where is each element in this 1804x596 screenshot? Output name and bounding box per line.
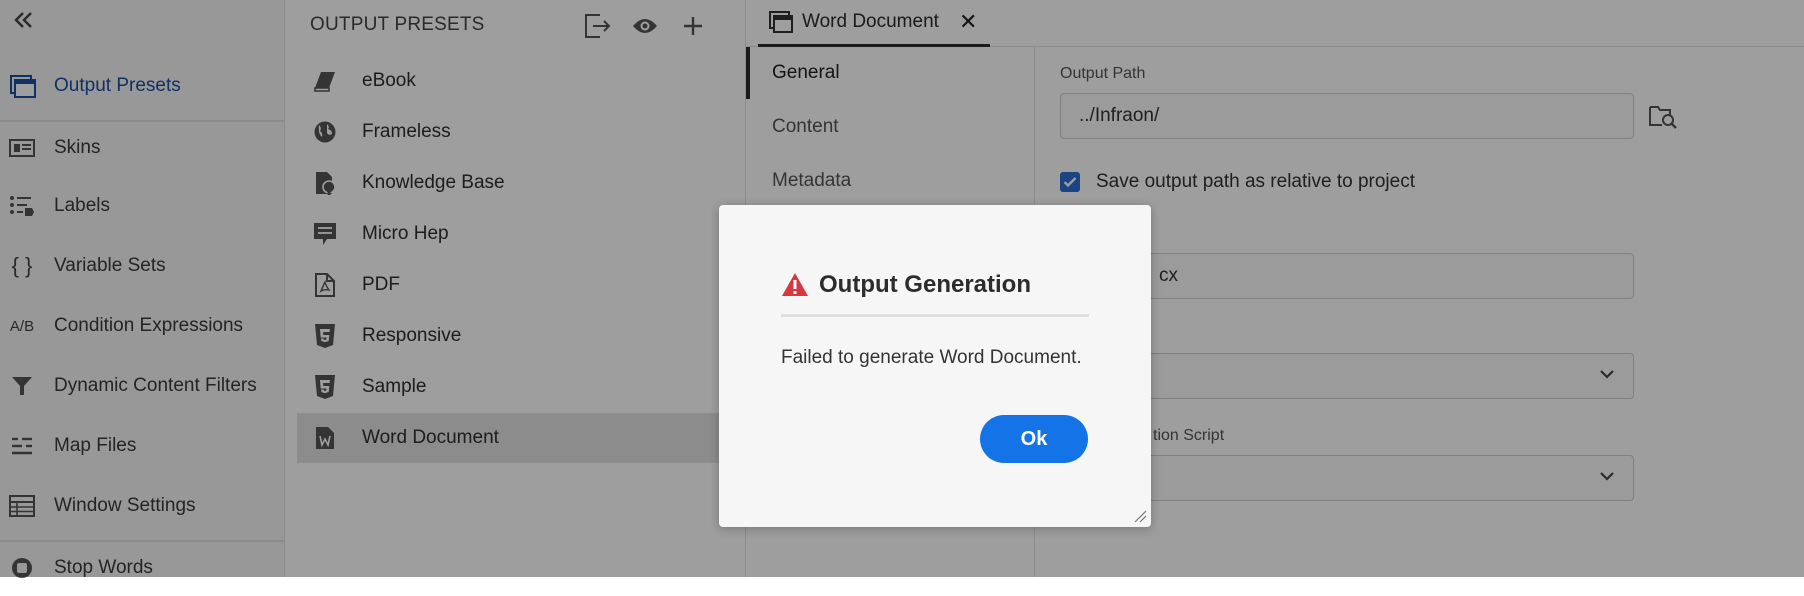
warning-icon [782, 273, 808, 296]
dialog-title: Output Generation [819, 271, 1031, 298]
ok-button[interactable]: Ok [980, 415, 1088, 463]
output-generation-dialog: Output Generation Failed to generate Wor… [719, 205, 1151, 527]
resize-grip-icon[interactable] [1133, 509, 1147, 523]
dialog-divider [781, 314, 1089, 317]
dialog-header: Output Generation [781, 271, 1031, 299]
dialog-message: Failed to generate Word Document. [781, 347, 1082, 368]
app-window: Output Presets Skins Labels { } Variable… [0, 0, 1804, 578]
